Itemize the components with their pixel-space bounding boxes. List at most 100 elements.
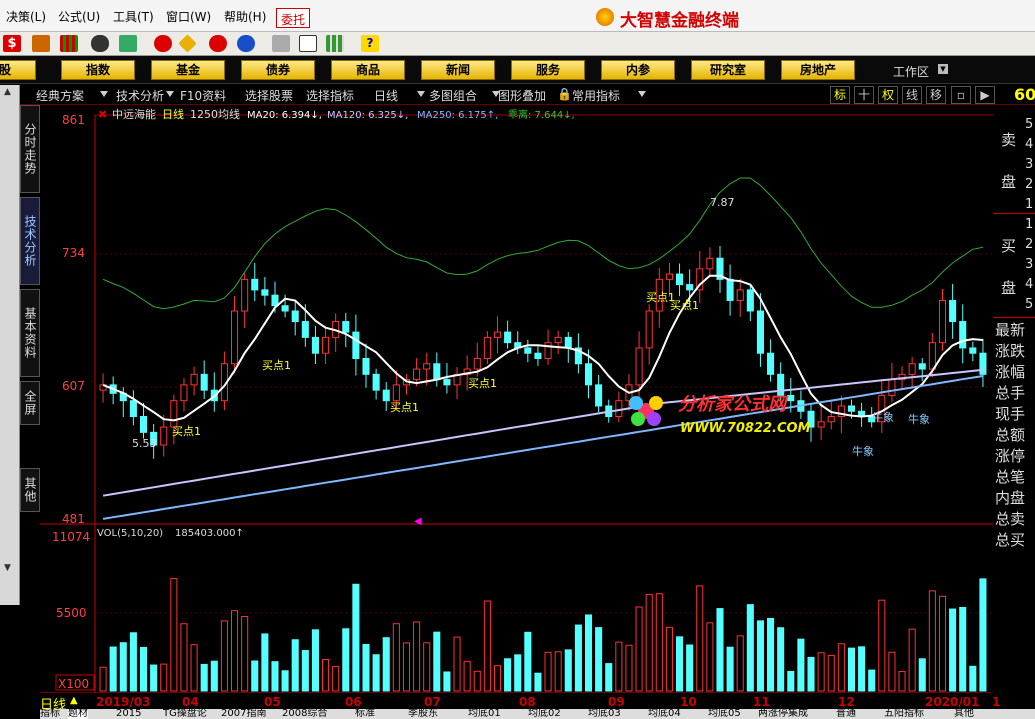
tab-jd01[interactable]: 均底01 [468, 709, 501, 719]
workarea-label[interactable]: 工作区 [893, 63, 929, 80]
print-icon[interactable] [272, 35, 290, 52]
dropdown-arrow-icon[interactable] [100, 91, 108, 97]
volume-bar [777, 627, 785, 692]
tab-fiveyang[interactable]: 五阳指标 [884, 709, 924, 719]
btn-move[interactable]: 移 [926, 86, 946, 104]
menu-window[interactable]: 窗口(W) [166, 8, 211, 25]
tab-tg[interactable]: TG操盘论 [163, 709, 207, 719]
binocular-icon[interactable] [91, 35, 109, 52]
date-label: 12 [838, 695, 855, 709]
tab-timeline[interactable]: 分时走势 [20, 105, 40, 193]
tab-indicator[interactable]: 指标 [40, 709, 60, 719]
tab-fullscreen[interactable]: 全屏 [20, 381, 40, 425]
nav-service[interactable]: 服务 [511, 60, 585, 80]
tab-theme[interactable]: 题材 [68, 709, 88, 719]
nav-realestate[interactable]: 房地产 [781, 60, 855, 80]
nav-bond[interactable]: 债券 [241, 60, 315, 80]
btn-mark[interactable]: 标 [830, 86, 850, 104]
tab-other[interactable]: 其他 [20, 468, 40, 512]
menu-decision[interactable]: 决策(L) [6, 8, 46, 25]
whatsthis-icon[interactable]: ? [361, 35, 379, 52]
nav-fund[interactable]: 基金 [151, 60, 225, 80]
btn-scheme[interactable]: 经典方案 [36, 87, 84, 104]
btn-line[interactable]: 线 [902, 86, 922, 104]
bars-icon[interactable] [60, 35, 78, 52]
menu-tools[interactable]: 工具(T) [113, 8, 154, 25]
workarea-dropdown-icon[interactable]: ▼ [938, 64, 948, 74]
dropdown-arrow-icon[interactable] [166, 91, 174, 97]
nav-index[interactable]: 指数 [61, 60, 135, 80]
candle [139, 416, 148, 433]
btn-period[interactable]: 日线 [374, 87, 398, 104]
help-icon[interactable] [154, 35, 172, 52]
lock-icon[interactable]: 🔒 [557, 87, 572, 101]
play-icon[interactable]: ▶ [975, 86, 995, 104]
red-f-icon[interactable] [209, 35, 227, 52]
candle [342, 321, 350, 333]
candle [473, 357, 481, 370]
menu-formula[interactable]: 公式(U) [58, 8, 100, 25]
tab-jd02[interactable]: 均底02 [528, 709, 561, 719]
btn-crosshair[interactable]: 十 [854, 86, 874, 104]
candle [200, 373, 208, 391]
volume-bar [514, 654, 522, 692]
btn-f10[interactable]: F10资料 [180, 87, 226, 104]
dropdown-arrow-icon[interactable] [417, 91, 425, 97]
nav-hk[interactable]: 港股 [0, 60, 36, 80]
books-icon[interactable] [326, 35, 344, 52]
tab-2008[interactable]: 2008综合 [282, 709, 327, 719]
tab-2007[interactable]: 2007指南 [221, 709, 266, 719]
nav-neican[interactable]: 内参 [601, 60, 675, 80]
tab-other-indicators[interactable]: 其他 [954, 709, 974, 719]
dollar-icon[interactable]: $ [3, 35, 21, 52]
scroll-down-icon[interactable]: ▼ [4, 563, 11, 573]
tab-normal[interactable]: 普通 [836, 709, 856, 719]
tab-fundamental[interactable]: 基本资料 [20, 289, 40, 377]
window-icon[interactable] [299, 35, 317, 52]
left-scrollbar[interactable]: ▲ ▼ [0, 85, 20, 605]
tab-2015[interactable]: 2015 [116, 709, 141, 719]
diamond-icon[interactable] [178, 34, 197, 53]
candle [787, 394, 795, 402]
nav-news[interactable]: 新闻 [421, 60, 495, 80]
btn-select-indicator[interactable]: 选择指标 [306, 87, 354, 104]
volume-bar [595, 627, 603, 692]
tab-standard[interactable]: 标准 [355, 709, 375, 719]
volume-bar [868, 669, 876, 692]
volume-bar [918, 658, 926, 692]
buy-signal-label: 买点1 [468, 377, 497, 390]
triangle-icon[interactable]: ▲ [70, 695, 78, 706]
btn-rights[interactable]: 权 [878, 86, 898, 104]
btn-overlay[interactable]: 图形叠加 [498, 87, 546, 104]
date-label: 06 [345, 695, 362, 709]
nav-commodity[interactable]: 商品 [331, 60, 405, 80]
btn-multi-chart[interactable]: 多图组合 [429, 87, 477, 104]
candle [827, 416, 835, 423]
close-x-icon[interactable]: ✖ [98, 108, 107, 121]
volume-bar [847, 647, 856, 692]
candlestick-chart[interactable]: ✖ 中远海能 日线 1250均线 MA20: 6.394↓, MA120: 6.… [40, 105, 993, 697]
dropdown-arrow-icon[interactable] [638, 91, 646, 97]
btn-window[interactable]: ▫ [951, 86, 971, 104]
tab-limitup[interactable]: 两涨停集成 [758, 709, 808, 719]
volume-bar [665, 626, 673, 692]
btn-technical[interactable]: 技术分析 [116, 87, 164, 104]
volume-bar [109, 646, 117, 692]
nav-research[interactable]: 研究室 [691, 60, 765, 80]
weituo-button[interactable]: 委托 [276, 8, 311, 28]
chart-icon[interactable] [32, 35, 50, 52]
scroll-up-icon[interactable]: ▲ [4, 87, 11, 97]
alarm-icon[interactable] [119, 35, 137, 52]
btn-common-indicator[interactable]: 常用指标 [572, 87, 620, 104]
tab-jd05[interactable]: 均底05 [708, 709, 741, 719]
menu-help[interactable]: 帮助(H) [224, 8, 266, 25]
volume-bar [807, 656, 815, 692]
tab-jd03[interactable]: 均底03 [588, 709, 621, 719]
tab-technical[interactable]: 技术分析 [20, 197, 40, 285]
tab-shareholders[interactable]: 季股东 [408, 709, 438, 719]
btn-select-stock[interactable]: 选择股票 [245, 87, 293, 104]
blue-f-icon[interactable] [237, 35, 255, 52]
date-label: 1 [992, 695, 1001, 709]
volume-bar [129, 632, 137, 692]
tab-jd04[interactable]: 均底04 [648, 709, 681, 719]
